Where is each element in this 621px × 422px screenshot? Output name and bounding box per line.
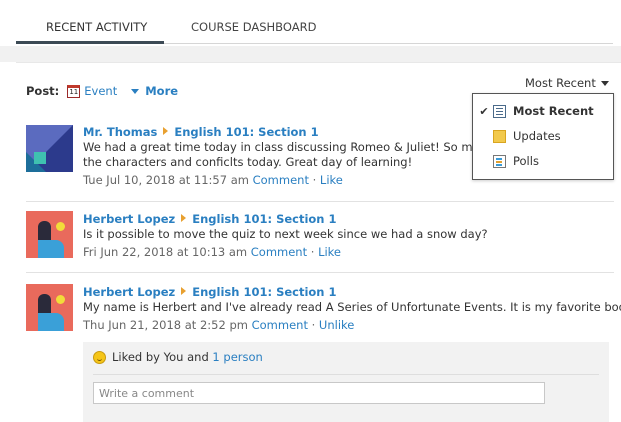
feed-item: Herbert Lopez English 101: Section 1 Is i… xyxy=(26,211,614,273)
avatar[interactable] xyxy=(26,125,73,172)
arrow-right-icon xyxy=(163,127,169,135)
comment-link[interactable]: Comment xyxy=(251,245,307,259)
course-link[interactable]: English 101: Section 1 xyxy=(174,125,318,139)
list-icon xyxy=(493,104,506,118)
chevron-down-icon[interactable] xyxy=(131,88,140,94)
author-link[interactable]: Herbert Lopez xyxy=(83,212,175,226)
post-timestamp: Fri Jun 22, 2018 at 10:13 am xyxy=(83,245,248,259)
like-link[interactable]: Like xyxy=(320,173,343,187)
sort-current-label: Most Recent xyxy=(525,76,596,90)
smiley-icon xyxy=(93,350,106,364)
sort-option-label: Polls xyxy=(513,154,539,168)
calendar-icon[interactable]: 11 xyxy=(67,84,81,98)
caret-down-icon xyxy=(600,80,609,86)
likes-others-link[interactable]: 1 person xyxy=(212,350,262,364)
tab-course-dashboard[interactable]: COURSE DASHBOARD xyxy=(191,20,316,34)
author-link[interactable]: Mr. Thomas xyxy=(83,125,157,139)
divider xyxy=(26,201,614,202)
sort-dropdown-toggle[interactable]: Most Recent xyxy=(525,76,609,90)
post-text-line: Is it possible to move the quiz to next … xyxy=(83,227,488,241)
avatar[interactable] xyxy=(26,211,73,258)
feed-item: Herbert Lopez English 101: Section 1 My n… xyxy=(26,284,621,344)
sort-option-most-recent[interactable]: ✔ Most Recent xyxy=(473,99,613,123)
post-label: Post: xyxy=(26,84,60,98)
divider xyxy=(26,272,614,273)
avatar[interactable] xyxy=(26,284,73,331)
polls-icon xyxy=(493,154,506,168)
sort-option-polls[interactable]: Polls xyxy=(473,149,613,173)
checkmark-icon: ✔ xyxy=(479,104,489,118)
active-tab-indicator xyxy=(16,41,164,44)
tab-recent-activity[interactable]: RECENT ACTIVITY xyxy=(46,20,147,34)
post-timestamp: Tue Jul 10, 2018 at 11:57 am xyxy=(83,173,249,187)
unlike-link[interactable]: Unlike xyxy=(319,318,354,332)
updates-icon xyxy=(493,129,506,143)
like-link[interactable]: Like xyxy=(318,245,341,259)
sort-option-label: Updates xyxy=(513,129,561,143)
comment-link[interactable]: Comment xyxy=(252,318,308,332)
course-link[interactable]: English 101: Section 1 xyxy=(192,285,336,299)
author-link[interactable]: Herbert Lopez xyxy=(83,285,175,299)
post-timestamp: Thu Jun 21, 2018 at 2:52 pm xyxy=(83,318,248,332)
post-text-line: My name is Herbert and I've already read… xyxy=(83,300,621,314)
sort-dropdown-menu: ✔ Most Recent Updates Polls xyxy=(472,93,614,180)
likes-comment-box: Liked by You and 1 person xyxy=(83,342,609,422)
sort-option-label: Most Recent xyxy=(513,104,594,118)
tab-bar: RECENT ACTIVITY COURSE DASHBOARD xyxy=(0,0,621,46)
sort-option-updates[interactable]: Updates xyxy=(473,124,613,148)
likes-summary: Liked by You and 1 person xyxy=(93,350,263,364)
post-more-link[interactable]: More xyxy=(145,84,178,98)
post-bar: Post: 11 Event More xyxy=(26,84,178,98)
panel-gap xyxy=(0,46,621,62)
divider xyxy=(93,374,599,375)
likes-prefix: Liked by You and xyxy=(112,350,209,364)
course-link[interactable]: English 101: Section 1 xyxy=(192,212,336,226)
comment-input[interactable] xyxy=(93,382,545,404)
arrow-right-icon xyxy=(181,287,187,295)
comment-link[interactable]: Comment xyxy=(253,173,309,187)
post-event-link[interactable]: Event xyxy=(84,84,117,98)
arrow-right-icon xyxy=(181,214,187,222)
